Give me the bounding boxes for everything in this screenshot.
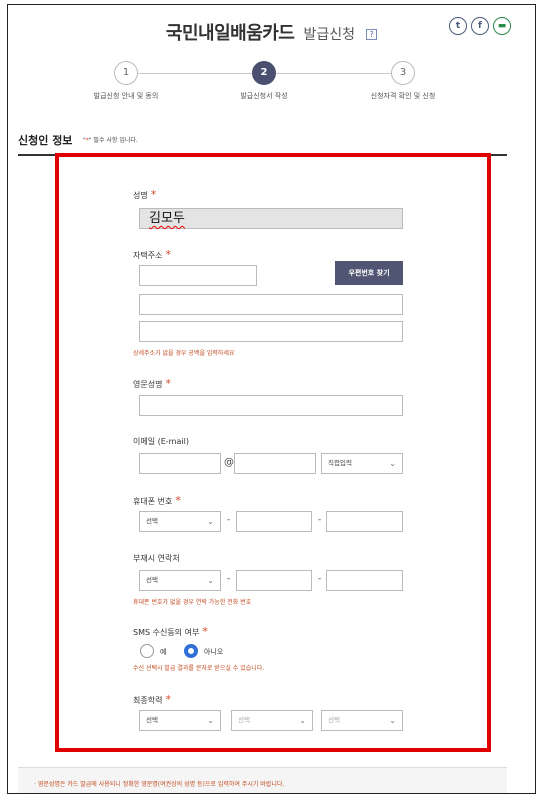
footnote-area: · 영문성명은 카드 발급에 사용되니 정확한 영문명(여권상의 성명 등)으로… (18, 767, 507, 793)
share-buttons: t f ▬ (445, 17, 511, 35)
page-subtitle: 발급신청 (303, 27, 355, 43)
step-label: 발급신청 안내 및 동의 (93, 92, 159, 100)
step-number: 3 (391, 61, 415, 85)
facebook-icon[interactable]: f (471, 17, 489, 35)
help-icon[interactable]: ? (366, 29, 378, 40)
step-number: 2 (252, 61, 276, 85)
share-icon[interactable]: ▬ (493, 17, 511, 35)
page-title: 국민내일배움카드 (165, 23, 295, 44)
step-number: 1 (114, 61, 138, 85)
step-3: 3 신청자격 확인 및 신청 (338, 61, 468, 101)
step-1: 1 발급신청 안내 및 동의 (61, 61, 191, 101)
note-text: " 필수 사항 입니다. (88, 137, 138, 144)
required-note: "*" 필수 사항 입니다. (83, 135, 138, 144)
step-2: 2 발급신청서 작성 (199, 61, 329, 101)
footnote-text: · 영문성명은 카드 발급에 사용되니 정확한 영문명(여권상의 성명 등)으로… (34, 781, 285, 788)
step-label: 신청자격 확인 및 신청 (370, 92, 436, 100)
page-frame: 국민내일배움카드 발급신청 ? t f ▬ 1 발급신청 안내 및 동의 2 발… (7, 4, 536, 794)
step-label: 발급신청서 작성 (240, 92, 288, 100)
twitter-icon[interactable]: t (449, 17, 467, 35)
highlight-box (55, 153, 491, 752)
section-title: 신청인 정보 (18, 134, 73, 147)
